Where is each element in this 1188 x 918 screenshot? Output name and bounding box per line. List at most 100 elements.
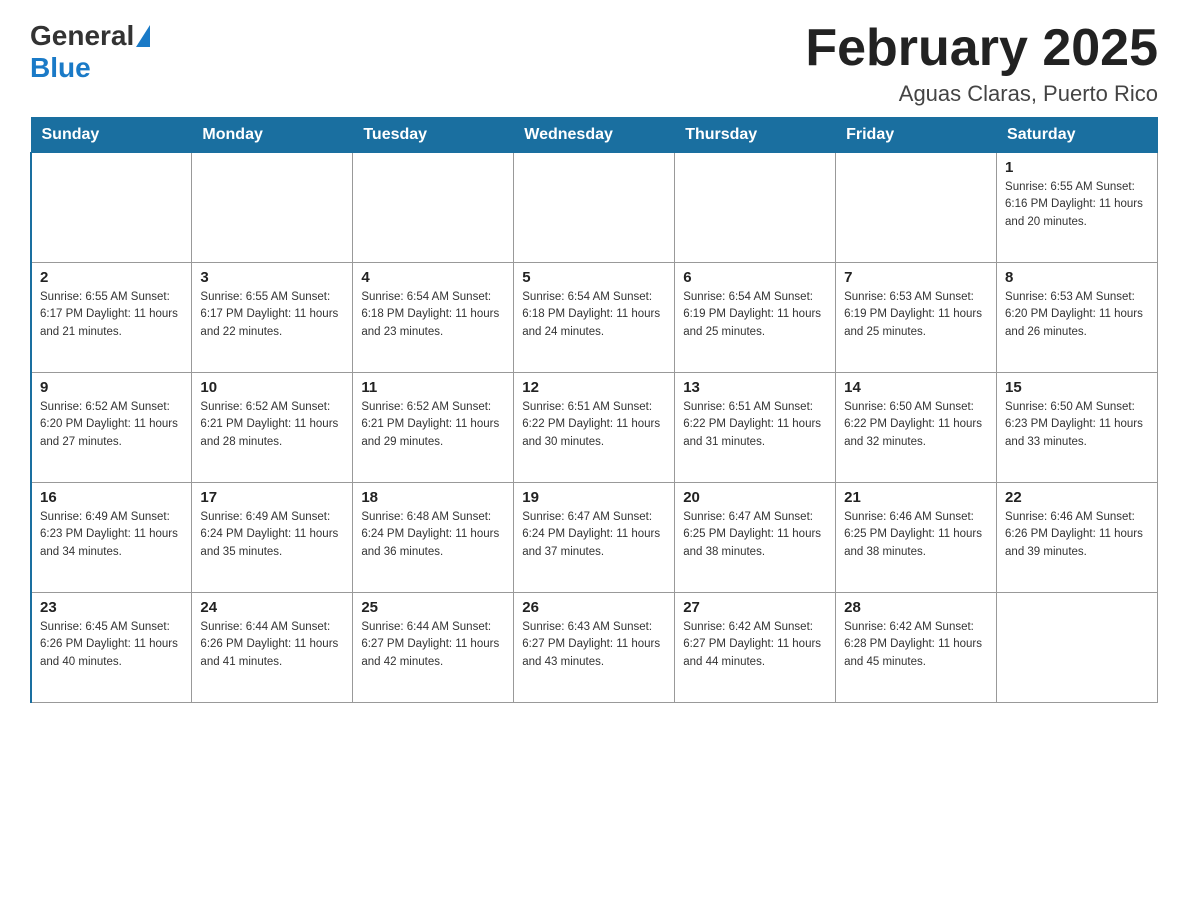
day-number: 7 xyxy=(844,269,988,286)
day-info: Sunrise: 6:43 AM Sunset: 6:27 PM Dayligh… xyxy=(522,619,666,671)
day-number: 17 xyxy=(200,489,344,506)
day-number: 20 xyxy=(683,489,827,506)
day-info: Sunrise: 6:54 AM Sunset: 6:19 PM Dayligh… xyxy=(683,289,827,341)
day-number: 13 xyxy=(683,379,827,396)
calendar-cell: 10 Sunrise: 6:52 AM Sunset: 6:21 PM Dayli… xyxy=(192,373,353,483)
logo-general-text: General xyxy=(30,20,134,52)
calendar-body: 1Sunrise: 6:55 AM Sunset: 6:16 PM Daylig… xyxy=(31,153,1158,703)
day-info: Sunrise: 6:50 AM Sunset: 6:22 PM Dayligh… xyxy=(844,399,988,451)
calendar-cell: 5 Sunrise: 6:54 AM Sunset: 6:18 PM Daylig… xyxy=(514,263,675,373)
weekday-row: SundayMondayTuesdayWednesdayThursdayFrid… xyxy=(31,118,1158,153)
calendar-cell: 21 Sunrise: 6:46 AM Sunset: 6:25 PM Dayli… xyxy=(836,483,997,593)
calendar-cell: 18 Sunrise: 6:48 AM Sunset: 6:24 PM Dayli… xyxy=(353,483,514,593)
day-info: Sunrise: 6:53 AM Sunset: 6:20 PM Dayligh… xyxy=(1005,289,1149,341)
day-info: Sunrise: 6:42 AM Sunset: 6:28 PM Dayligh… xyxy=(844,619,988,671)
day-number: 15 xyxy=(1005,379,1149,396)
day-number: 6 xyxy=(683,269,827,286)
day-info: Sunrise: 6:46 AM Sunset: 6:25 PM Dayligh… xyxy=(844,509,988,561)
day-number: 21 xyxy=(844,489,988,506)
day-number: 22 xyxy=(1005,489,1149,506)
day-info: Sunrise: 6:46 AM Sunset: 6:26 PM Dayligh… xyxy=(1005,509,1149,561)
day-info: Sunrise: 6:45 AM Sunset: 6:26 PM Dayligh… xyxy=(40,619,183,671)
day-info: Sunrise: 6:55 AM Sunset: 6:17 PM Dayligh… xyxy=(40,289,183,341)
calendar-cell: 22 Sunrise: 6:46 AM Sunset: 6:26 PM Dayli… xyxy=(997,483,1158,593)
calendar-cell: 15 Sunrise: 6:50 AM Sunset: 6:23 PM Dayli… xyxy=(997,373,1158,483)
day-number: 24 xyxy=(200,599,344,616)
day-info: Sunrise: 6:48 AM Sunset: 6:24 PM Dayligh… xyxy=(361,509,505,561)
calendar-cell xyxy=(836,153,997,263)
logo: General Blue xyxy=(30,20,152,84)
day-number: 8 xyxy=(1005,269,1149,286)
day-number: 28 xyxy=(844,599,988,616)
day-number: 25 xyxy=(361,599,505,616)
calendar-cell: 6 Sunrise: 6:54 AM Sunset: 6:19 PM Daylig… xyxy=(675,263,836,373)
calendar-cell: 9Sunrise: 6:52 AM Sunset: 6:20 PM Daylig… xyxy=(31,373,192,483)
calendar-table: SundayMondayTuesdayWednesdayThursdayFrid… xyxy=(30,117,1158,703)
calendar-cell: 3 Sunrise: 6:55 AM Sunset: 6:17 PM Daylig… xyxy=(192,263,353,373)
day-info: Sunrise: 6:53 AM Sunset: 6:19 PM Dayligh… xyxy=(844,289,988,341)
day-number: 2 xyxy=(40,269,183,286)
location-text: Aguas Claras, Puerto Rico xyxy=(805,81,1158,107)
weekday-header-friday: Friday xyxy=(836,118,997,153)
week-row-1: 2 Sunrise: 6:55 AM Sunset: 6:17 PM Daylig… xyxy=(31,263,1158,373)
calendar-cell: 11 Sunrise: 6:52 AM Sunset: 6:21 PM Dayli… xyxy=(353,373,514,483)
day-number: 18 xyxy=(361,489,505,506)
day-info: Sunrise: 6:47 AM Sunset: 6:24 PM Dayligh… xyxy=(522,509,666,561)
calendar-cell: 8 Sunrise: 6:53 AM Sunset: 6:20 PM Daylig… xyxy=(997,263,1158,373)
weekday-header-tuesday: Tuesday xyxy=(353,118,514,153)
calendar-cell: 4Sunrise: 6:54 AM Sunset: 6:18 PM Daylig… xyxy=(353,263,514,373)
day-number: 12 xyxy=(522,379,666,396)
calendar-cell: 16 Sunrise: 6:49 AM Sunset: 6:23 PM Dayli… xyxy=(31,483,192,593)
calendar-cell: 28 Sunrise: 6:42 AM Sunset: 6:28 PM Dayli… xyxy=(836,593,997,703)
day-number: 26 xyxy=(522,599,666,616)
day-number: 19 xyxy=(522,489,666,506)
calendar-cell: 20 Sunrise: 6:47 AM Sunset: 6:25 PM Dayli… xyxy=(675,483,836,593)
page-header: General Blue February 2025 Aguas Claras,… xyxy=(30,20,1158,107)
calendar-cell xyxy=(31,153,192,263)
weekday-header-saturday: Saturday xyxy=(997,118,1158,153)
logo-blue-text: Blue xyxy=(30,52,91,84)
calendar-cell: 23 Sunrise: 6:45 AM Sunset: 6:26 PM Dayli… xyxy=(31,593,192,703)
calendar-cell xyxy=(353,153,514,263)
day-number: 5 xyxy=(522,269,666,286)
day-info: Sunrise: 6:47 AM Sunset: 6:25 PM Dayligh… xyxy=(683,509,827,561)
day-number: 11 xyxy=(361,379,505,396)
day-info: Sunrise: 6:50 AM Sunset: 6:23 PM Dayligh… xyxy=(1005,399,1149,451)
week-row-3: 16 Sunrise: 6:49 AM Sunset: 6:23 PM Dayli… xyxy=(31,483,1158,593)
month-title: February 2025 xyxy=(805,20,1158,77)
calendar-cell: 19 Sunrise: 6:47 AM Sunset: 6:24 PM Dayli… xyxy=(514,483,675,593)
logo-triangle-icon xyxy=(136,25,150,47)
weekday-header-thursday: Thursday xyxy=(675,118,836,153)
day-info: Sunrise: 6:54 AM Sunset: 6:18 PM Dayligh… xyxy=(522,289,666,341)
calendar-cell: 17Sunrise: 6:49 AM Sunset: 6:24 PM Dayli… xyxy=(192,483,353,593)
calendar-cell xyxy=(997,593,1158,703)
calendar-cell xyxy=(675,153,836,263)
calendar-cell: 1Sunrise: 6:55 AM Sunset: 6:16 PM Daylig… xyxy=(997,153,1158,263)
calendar-cell xyxy=(192,153,353,263)
calendar-cell: 12 Sunrise: 6:51 AM Sunset: 6:22 PM Dayli… xyxy=(514,373,675,483)
day-info: Sunrise: 6:49 AM Sunset: 6:23 PM Dayligh… xyxy=(40,509,183,561)
calendar-header: SundayMondayTuesdayWednesdayThursdayFrid… xyxy=(31,118,1158,153)
day-number: 10 xyxy=(200,379,344,396)
calendar-cell: 7 Sunrise: 6:53 AM Sunset: 6:19 PM Daylig… xyxy=(836,263,997,373)
day-number: 23 xyxy=(40,599,183,616)
day-info: Sunrise: 6:44 AM Sunset: 6:27 PM Dayligh… xyxy=(361,619,505,671)
weekday-header-wednesday: Wednesday xyxy=(514,118,675,153)
calendar-cell: 26 Sunrise: 6:43 AM Sunset: 6:27 PM Dayli… xyxy=(514,593,675,703)
title-section: February 2025 Aguas Claras, Puerto Rico xyxy=(805,20,1158,107)
day-info: Sunrise: 6:52 AM Sunset: 6:21 PM Dayligh… xyxy=(200,399,344,451)
calendar-cell: 13 Sunrise: 6:51 AM Sunset: 6:22 PM Dayli… xyxy=(675,373,836,483)
day-info: Sunrise: 6:55 AM Sunset: 6:17 PM Dayligh… xyxy=(200,289,344,341)
day-number: 16 xyxy=(40,489,183,506)
week-row-2: 9Sunrise: 6:52 AM Sunset: 6:20 PM Daylig… xyxy=(31,373,1158,483)
day-info: Sunrise: 6:55 AM Sunset: 6:16 PM Dayligh… xyxy=(1005,179,1149,231)
day-number: 3 xyxy=(200,269,344,286)
day-info: Sunrise: 6:51 AM Sunset: 6:22 PM Dayligh… xyxy=(522,399,666,451)
weekday-header-sunday: Sunday xyxy=(31,118,192,153)
day-info: Sunrise: 6:51 AM Sunset: 6:22 PM Dayligh… xyxy=(683,399,827,451)
calendar-cell: 14Sunrise: 6:50 AM Sunset: 6:22 PM Dayli… xyxy=(836,373,997,483)
day-info: Sunrise: 6:52 AM Sunset: 6:20 PM Dayligh… xyxy=(40,399,183,451)
calendar-cell: 27Sunrise: 6:42 AM Sunset: 6:27 PM Dayli… xyxy=(675,593,836,703)
calendar-cell: 25 Sunrise: 6:44 AM Sunset: 6:27 PM Dayli… xyxy=(353,593,514,703)
day-info: Sunrise: 6:52 AM Sunset: 6:21 PM Dayligh… xyxy=(361,399,505,451)
